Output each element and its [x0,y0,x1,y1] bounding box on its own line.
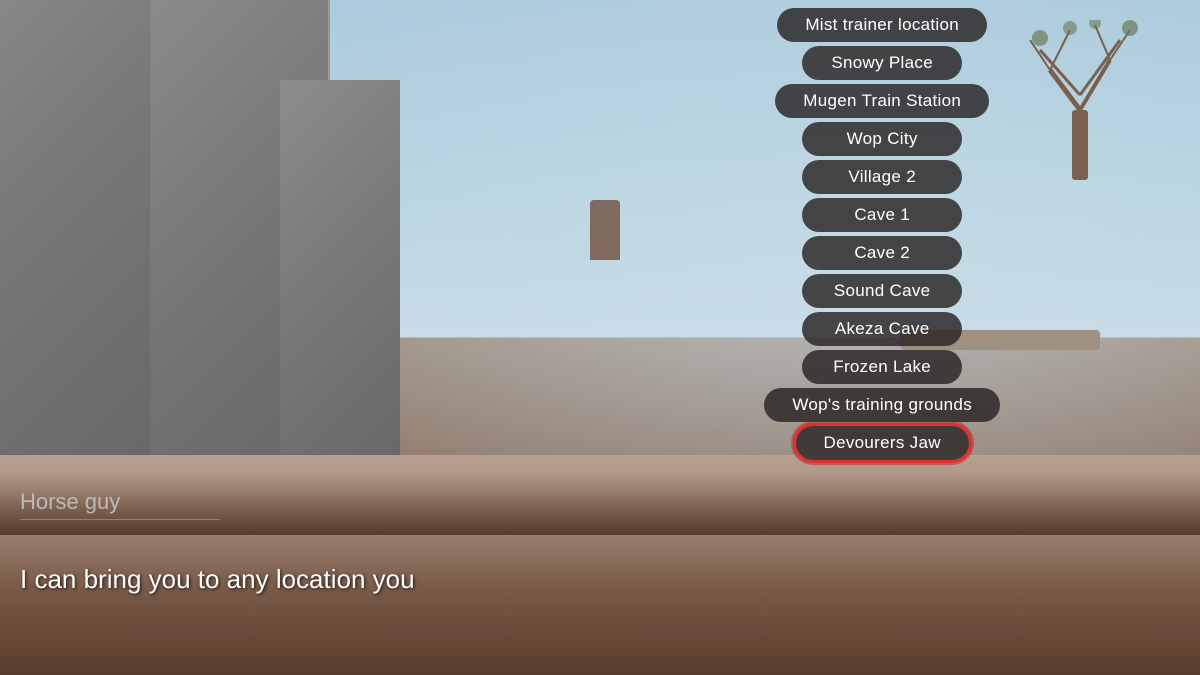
npc-dialogue: I can bring you to any location you [20,564,415,595]
stone-pillar-3 [280,80,400,460]
location-btn-cave-1[interactable]: Cave 1 [802,198,962,232]
location-btn-cave-2[interactable]: Cave 2 [802,236,962,270]
location-btn-village-2[interactable]: Village 2 [802,160,962,194]
location-btn-frozen-lake[interactable]: Frozen Lake [802,350,962,384]
location-btn-devourers-jaw[interactable]: Devourers Jaw [796,426,969,460]
location-btn-wop-city[interactable]: Wop City [802,122,962,156]
tree [1020,20,1140,185]
location-menu: Mist trainer location Snowy Place Mugen Tr… [764,8,1000,460]
npc-figure [590,200,620,260]
npc-name: Horse guy [20,489,220,520]
location-btn-mugen-train-station[interactable]: Mugen Train Station [775,84,989,118]
location-btn-sound-cave[interactable]: Sound Cave [802,274,962,308]
location-btn-wons-training-grounds[interactable]: Wop's training grounds [764,388,1000,422]
location-btn-snowy-place[interactable]: Snowy Place [802,46,962,80]
location-btn-mist-trainer-location[interactable]: Mist trainer location [777,8,987,42]
location-btn-akeza-cave[interactable]: Akeza Cave [802,312,962,346]
